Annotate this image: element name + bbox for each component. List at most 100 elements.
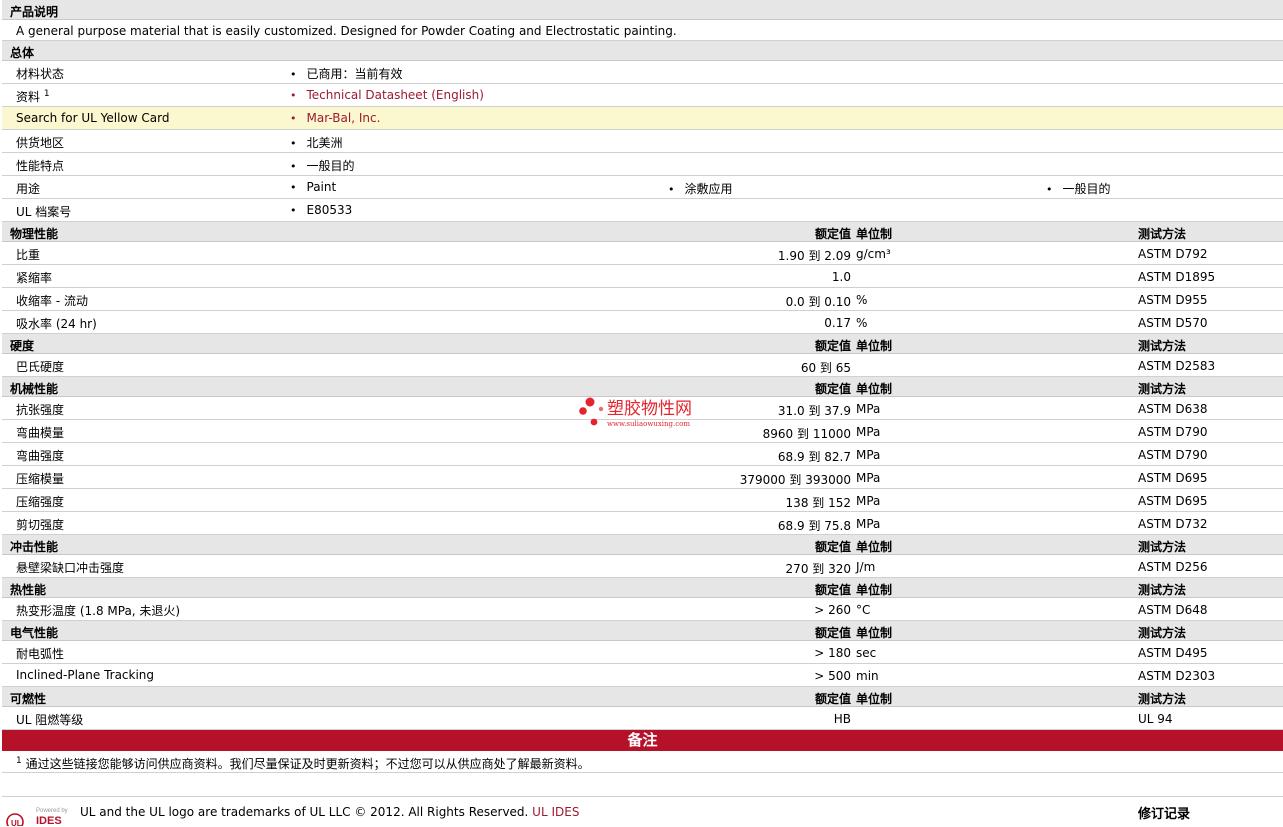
description-text: A general purpose material that is easil…: [16, 24, 677, 38]
section-header: 硬度 额定值 单位制 测试方法: [2, 334, 1283, 354]
property-label: 收缩率 - 流动: [16, 294, 88, 308]
section-header: 冲击性能 额定值 单位制 测试方法: [2, 535, 1283, 555]
footnote-body: 通过这些链接您能够访问供应商资料。我们尽量保证及时更新资料；不过您可以从供应商处…: [25, 757, 590, 771]
section-header-description: 产品说明: [2, 0, 1283, 20]
property-sections: 物理性能 额定值 单位制 测试方法 比重 1.90 到 2.09 g/cm³ ASTM D79…: [2, 222, 1283, 730]
property-method: ASTM D792: [1138, 247, 1208, 261]
section-title: 冲击性能: [10, 540, 59, 554]
property-value: > 500: [814, 669, 851, 683]
property-label: 耐电弧性: [16, 647, 65, 661]
column-method: 测试方法: [1138, 540, 1187, 554]
property-method: ASTM D648: [1138, 603, 1208, 617]
column-method: 测试方法: [1138, 227, 1187, 241]
general-value: Paint: [290, 180, 337, 194]
property-method: ASTM D638: [1138, 402, 1208, 416]
column-nominal: 额定值: [814, 382, 851, 396]
revision-history-label[interactable]: 修订记录: [1138, 803, 1190, 822]
property-value: > 180: [814, 646, 851, 660]
general-row-label: Search for UL Yellow Card: [16, 111, 169, 125]
column-nominal: 额定值: [814, 626, 851, 640]
description-row: A general purpose material that is easil…: [2, 20, 1283, 41]
column-method: 测试方法: [1138, 382, 1187, 396]
general-label-text: UL 档案号: [16, 205, 72, 219]
property-label: 悬壁梁缺口冲击强度: [16, 561, 125, 575]
general-row: 用途 Paint 涂敷应用 一般目的: [2, 176, 1283, 199]
property-label: 吸水率 (24 hr): [16, 317, 97, 331]
property-method: ASTM D2303: [1138, 669, 1216, 683]
property-unit: sec: [856, 646, 877, 660]
column-unit: 单位制: [856, 540, 893, 554]
ul-ides-link[interactable]: UL IDES: [532, 805, 579, 819]
property-label: 压缩强度: [16, 495, 65, 509]
property-label: 紧缩率: [16, 271, 53, 285]
general-row: 资料 1 Technical Datasheet (English): [2, 84, 1283, 107]
property-method: ASTM D790: [1138, 448, 1208, 462]
property-row: 紧缩率 1.0 ASTM D1895: [2, 265, 1283, 288]
property-unit: MPa: [856, 517, 881, 531]
property-method: UL 94: [1138, 712, 1173, 726]
property-row: 耐电弧性 > 180 sec ASTM D495: [2, 641, 1283, 664]
property-value: 31.0 到 37.9: [777, 404, 851, 418]
logo-powered-by: Powered by: [36, 808, 68, 814]
column-unit: 单位制: [856, 382, 893, 396]
general-value: 涂敷应用: [668, 180, 733, 197]
column-method: 测试方法: [1138, 626, 1187, 640]
section-title: 物理性能: [10, 227, 59, 241]
property-label: 巴氏硬度: [16, 360, 65, 374]
property-label: Inclined-Plane Tracking: [16, 668, 155, 682]
section-header: 热性能 额定值 单位制 测试方法: [2, 578, 1283, 598]
general-label-text: 用途: [16, 182, 41, 196]
column-unit: 单位制: [856, 583, 893, 597]
property-label: 比重: [16, 248, 41, 262]
property-row: 巴氏硬度 60 到 65 ASTM D2583: [2, 354, 1283, 377]
property-value: 68.9 到 82.7: [777, 450, 851, 464]
property-row: 悬壁梁缺口冲击强度 270 到 320 J/m ASTM D256: [2, 555, 1283, 578]
property-unit: %: [856, 316, 868, 330]
general-row-label: 资料 1: [16, 88, 50, 105]
general-link[interactable]: Technical Datasheet (English): [290, 88, 484, 102]
general-label-text: 供货地区: [16, 136, 65, 150]
property-method: ASTM D2583: [1138, 359, 1216, 373]
general-row-label: UL 档案号: [16, 203, 71, 220]
watermark-url: www.suliaowuxing.com: [607, 420, 690, 428]
property-unit: J/m: [856, 560, 876, 574]
general-row-label: 用途: [16, 180, 40, 197]
property-label: 压缩模量: [16, 472, 65, 486]
copyright-text: UL and the UL logo are trademarks of UL …: [80, 805, 533, 819]
footnote-text: 1 通过这些链接您能够访问供应商资料。我们尽量保证及时更新资料；不过您可以从供应…: [16, 755, 590, 772]
column-unit: 单位制: [856, 692, 893, 706]
general-row: 性能特点 一般目的: [2, 153, 1283, 176]
general-row: 供货地区 北美洲: [2, 130, 1283, 153]
column-nominal: 额定值: [814, 583, 851, 597]
general-row-label: 供货地区: [16, 134, 64, 151]
property-label: 弯曲强度: [16, 449, 65, 463]
section-title: 硬度: [10, 339, 35, 353]
property-method: ASTM D955: [1138, 293, 1208, 307]
column-nominal: 额定值: [814, 540, 851, 554]
property-label: 剪切强度: [16, 518, 65, 532]
general-row: Search for UL Yellow Card Mar-Bal, Inc.: [2, 107, 1283, 130]
footnote-ref: 1: [43, 89, 50, 99]
property-value: 8960 到 11000: [762, 427, 851, 441]
property-unit: °C: [856, 603, 871, 617]
property-value: 0.0 到 0.10: [785, 295, 851, 309]
property-method: ASTM D1895: [1138, 270, 1216, 284]
property-method: ASTM D495: [1138, 646, 1208, 660]
column-nominal: 额定值: [814, 339, 851, 353]
general-value: E80533: [290, 203, 353, 217]
general-value: 已商用：当前有效: [290, 65, 403, 82]
section-header-general: 总体: [2, 41, 1283, 61]
general-row: 材料状态 已商用：当前有效: [2, 61, 1283, 84]
column-method: 测试方法: [1138, 583, 1187, 597]
section-title: 总体: [10, 46, 35, 60]
property-value: 138 到 152: [785, 496, 851, 510]
general-link[interactable]: Mar-Bal, Inc.: [290, 111, 381, 125]
general-label-text: 性能特点: [16, 159, 65, 173]
property-value: > 260: [814, 603, 851, 617]
property-value: 60 到 65: [800, 361, 851, 375]
property-unit: MPa: [856, 402, 881, 416]
column-method: 测试方法: [1138, 339, 1187, 353]
ul-ides-logo: UL Powered by IDES: [6, 808, 68, 826]
property-unit: g/cm³: [856, 247, 891, 261]
property-row: 剪切强度 68.9 到 75.8 MPa ASTM D732: [2, 512, 1283, 535]
